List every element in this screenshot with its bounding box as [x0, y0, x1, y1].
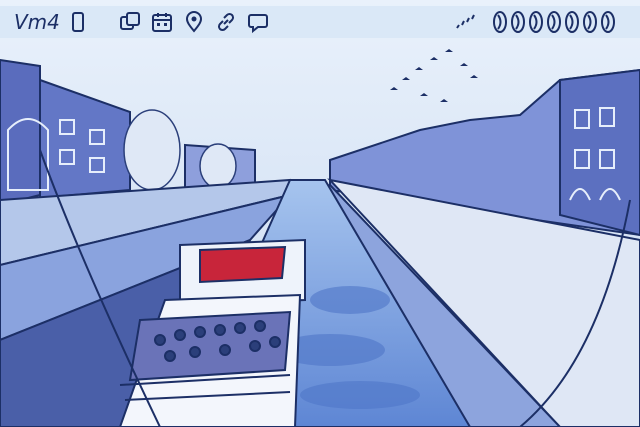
- status-area: [454, 10, 622, 34]
- signal-birds-icon: [454, 10, 478, 34]
- swirl-icon: [600, 10, 616, 34]
- swirl-icon: [546, 10, 562, 34]
- phone-icon[interactable]: [66, 10, 90, 34]
- location-pin-icon[interactable]: [182, 10, 206, 34]
- link-icon[interactable]: [214, 10, 238, 34]
- swirl-icon: [564, 10, 580, 34]
- swirl-icon: [510, 10, 526, 34]
- swirl-icon-group: [492, 10, 616, 34]
- swirl-icon: [492, 10, 508, 34]
- swirl-icon: [582, 10, 598, 34]
- layers-icon[interactable]: [118, 10, 142, 34]
- chat-bubble-icon[interactable]: [246, 10, 270, 34]
- calendar-icon[interactable]: [150, 10, 174, 34]
- swirl-icon: [528, 10, 544, 34]
- top-toolbar: Vm4: [0, 6, 640, 38]
- brand-label: Vm4: [14, 10, 60, 34]
- canal-scene-background: [0, 0, 640, 427]
